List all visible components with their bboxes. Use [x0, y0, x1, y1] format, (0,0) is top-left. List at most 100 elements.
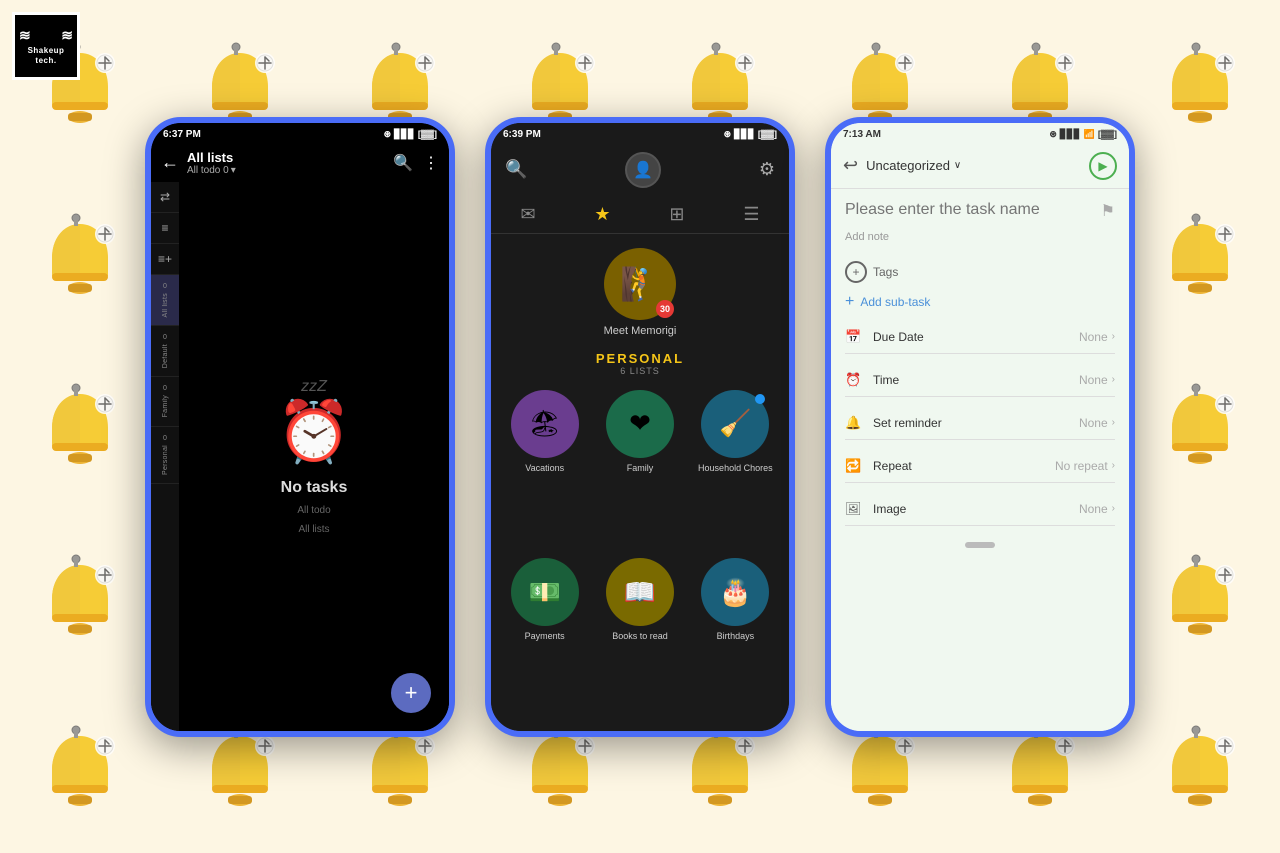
category-name: Uncategorized: [866, 158, 950, 173]
birthdays-circle: 🎂: [701, 558, 769, 626]
phone3-status-bar: 7:13 AM ⊛ ▊▊▊ 📶 [▓▓]: [831, 123, 1129, 144]
phone1-subtitle: All todo 0 ▾: [187, 165, 385, 176]
prop-image[interactable]: 🖼 Image None ›: [845, 493, 1115, 526]
add-subtask-row[interactable]: + Add sub-task: [845, 293, 1115, 311]
featured-label: Meet Memorigi: [604, 325, 677, 337]
sidebar-tab-all[interactable]: 0 All lists: [151, 275, 179, 326]
household-dot: [755, 394, 765, 404]
phone1-main: zzZ ⏰ No tasks All todo All lists: [179, 182, 449, 731]
prop-repeat[interactable]: 🔁 Repeat No repeat ›: [845, 450, 1115, 483]
due-date-label: Due Date: [873, 330, 1079, 344]
phone2-gear-icon[interactable]: ⚙: [759, 159, 775, 180]
scroll-indicator: [845, 536, 1115, 554]
reminder-label: Set reminder: [873, 416, 1079, 430]
phone1-title: All lists: [187, 150, 385, 165]
scroll-dot: [965, 542, 995, 548]
payments-circle: 💵: [511, 558, 579, 626]
phone-2: 6:39 PM ⊛ ▊▊▊ [▓▓] 🔍 👤 ⚙ ✉ ★ ⊞ ☰ 🧗 30: [485, 117, 795, 737]
phone1-header: ← All lists All todo 0 ▾ 🔍 ⋮: [151, 144, 449, 182]
alarm-clock-icon: ⏰: [277, 396, 352, 467]
family-circle: ❤: [606, 390, 674, 458]
list-item-books[interactable]: 📖 Books to read: [594, 558, 685, 723]
phone1-body: ⇄ ≡ ≡+ 0 All lists 0 Default 0: [151, 182, 449, 731]
household-circle: 🧹: [701, 390, 769, 458]
list-item-household[interactable]: 🧹 Household Chores: [690, 390, 781, 555]
play-button[interactable]: ▶: [1089, 152, 1117, 180]
prop-reminder[interactable]: 🔔 Set reminder None ›: [845, 407, 1115, 440]
phone2-nav: ✉ ★ ⊞ ☰: [491, 196, 789, 234]
sidebar-tab-filter[interactable]: ≡: [151, 213, 179, 244]
phone1-back-button[interactable]: ←: [161, 152, 179, 173]
list-item-family[interactable]: ❤ Family: [594, 390, 685, 555]
list-item-vacations[interactable]: 🏖 Vacations: [499, 390, 590, 555]
family-label: Family: [627, 463, 654, 473]
phone3-header: ↩ Uncategorized ∨ ▶: [831, 144, 1129, 189]
time-icon: ⏰: [845, 372, 865, 388]
vacations-label: Vacations: [525, 463, 564, 473]
tags-row: + Tags: [845, 261, 1115, 283]
time-label: Time: [873, 373, 1079, 387]
reminder-icon: 🔔: [845, 415, 865, 431]
repeat-chevron: ›: [1112, 460, 1115, 471]
subtask-plus-icon: +: [845, 293, 854, 311]
sidebar-tab-default[interactable]: 0 Default: [151, 326, 179, 377]
list-item-birthdays[interactable]: 🎂 Birthdays: [690, 558, 781, 723]
phone1-time: 6:37 PM: [163, 129, 201, 140]
sidebar-tab-personal[interactable]: 0 Personal: [151, 427, 179, 484]
phone2-time: 6:39 PM: [503, 129, 541, 140]
phone2-nav-favorites[interactable]: ★: [594, 204, 610, 225]
phone1-status-icons: ⊛ ▊▊▊ [▓▓]: [384, 129, 437, 140]
phone2-featured: 🧗 30 Meet Memorigi: [491, 234, 789, 345]
repeat-label: Repeat: [873, 459, 1055, 473]
phone1-battery: [▓▓]: [418, 129, 437, 139]
flag-icon[interactable]: ⚑: [1101, 201, 1115, 221]
sidebar-tab-sort[interactable]: ⇄: [151, 182, 179, 213]
phone-3: 7:13 AM ⊛ ▊▊▊ 📶 [▓▓] ↩ Uncategorized ∨ ▶: [825, 117, 1135, 737]
due-date-icon: 📅: [845, 329, 865, 345]
time-chevron: ›: [1112, 374, 1115, 385]
payments-label: Payments: [525, 631, 565, 641]
prop-due-date[interactable]: 📅 Due Date None ›: [845, 321, 1115, 354]
featured-badge: 30: [656, 300, 674, 318]
logo-box: ≋ ≋ Shakeup tech.: [12, 12, 80, 80]
phone3-status-icons: ⊛ ▊▊▊ 📶 [▓▓]: [1049, 129, 1117, 140]
tags-label: Tags: [873, 265, 898, 279]
list-item-payments[interactable]: 💵 Payments: [499, 558, 590, 723]
squiggle-left: ≋: [19, 27, 31, 44]
phone3-body: ⚑ Add note + Tags + Add sub-task 📅 Due D…: [831, 189, 1129, 731]
phone2-lists-grid: 🏖 Vacations ❤ Family 🧹 Household Chores …: [491, 382, 789, 731]
phone1-more-icon[interactable]: ⋮: [423, 153, 439, 173]
phone1-fab[interactable]: +: [391, 673, 431, 713]
phone1-search-icon[interactable]: 🔍: [393, 153, 413, 173]
time-value: None: [1079, 373, 1108, 387]
prop-time[interactable]: ⏰ Time None ›: [845, 364, 1115, 397]
zzz-text: zzZ: [301, 378, 327, 396]
phone2-nav-inbox[interactable]: ✉: [520, 204, 535, 225]
tags-plus-button[interactable]: +: [845, 261, 867, 283]
section-count: 6 LISTS: [497, 366, 783, 376]
phone2-search-icon[interactable]: 🔍: [505, 159, 527, 180]
household-label: Household Chores: [698, 463, 773, 473]
add-note-field[interactable]: Add note: [845, 231, 1115, 243]
books-label: Books to read: [612, 631, 668, 641]
phone3-back-button[interactable]: ↩: [843, 155, 858, 176]
empty-state: zzZ ⏰ No tasks All todo All lists: [277, 378, 352, 535]
subtask-label: Add sub-task: [860, 295, 930, 309]
reminder-chevron: ›: [1112, 417, 1115, 428]
phone2-nav-calendar[interactable]: ⊞: [669, 204, 684, 225]
phone1-bt: ⊛: [384, 129, 392, 140]
category-selector[interactable]: Uncategorized ∨: [866, 158, 1081, 173]
logo-text: Shakeup tech.: [19, 46, 73, 65]
phone2-nav-list[interactable]: ☰: [743, 204, 759, 225]
empty-subtitle1: All todo: [297, 505, 330, 516]
featured-emoji: 🧗: [620, 265, 660, 303]
featured-circle[interactable]: 🧗 30: [604, 248, 676, 320]
phone1-status-bar: 6:37 PM ⊛ ▊▊▊ [▓▓]: [151, 123, 449, 144]
birthdays-label: Birthdays: [717, 631, 755, 641]
phone2-avatar[interactable]: 👤: [625, 152, 661, 188]
image-value: None: [1079, 502, 1108, 516]
sidebar-tab-family[interactable]: 0 Family: [151, 377, 179, 426]
task-name-input[interactable]: [845, 201, 1101, 219]
sidebar-tab-add[interactable]: ≡+: [151, 244, 179, 275]
due-date-chevron: ›: [1112, 331, 1115, 342]
